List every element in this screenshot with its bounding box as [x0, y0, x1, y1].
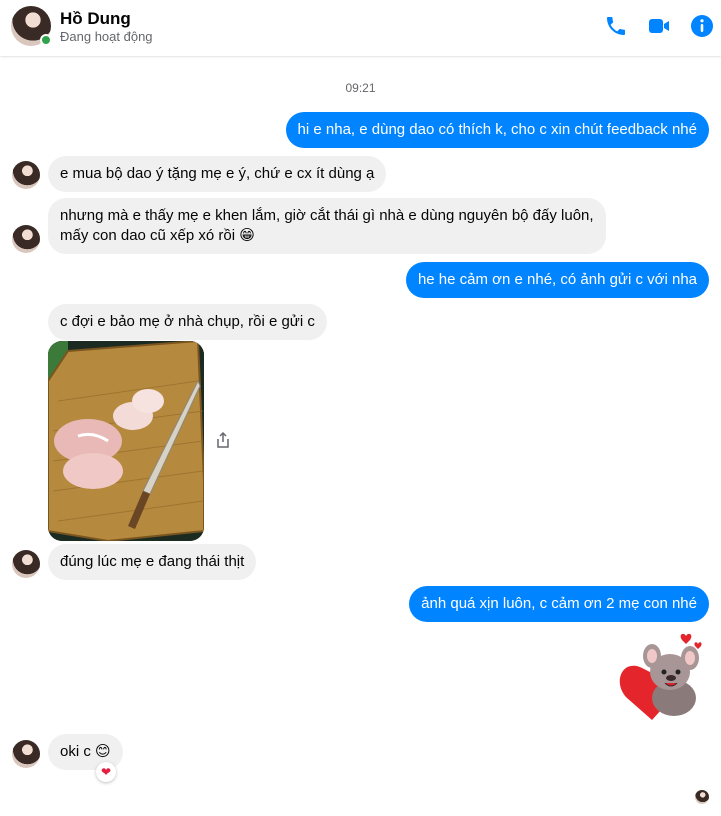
contact-avatar-small[interactable]	[12, 161, 40, 189]
outgoing-message[interactable]: ảnh quá xịn luôn, c cảm ơn 2 mẹ con nhé	[409, 586, 709, 622]
message-line: mấy con dao cũ xếp xó rồi 😁	[60, 227, 255, 244]
chat-header: Hồ Dung Đang hoạt động	[0, 0, 721, 56]
contact-avatar-small[interactable]	[12, 225, 40, 253]
incoming-message[interactable]: nhưng mà e thấy mẹ e khen lắm, giờ cắt t…	[48, 198, 606, 254]
online-status-dot	[40, 34, 52, 46]
incoming-message[interactable]: c đợi e bảo mẹ ở nhà chụp, rồi e gửi c	[48, 304, 327, 340]
incoming-message[interactable]: đúng lúc mẹ e đang thái thịt	[48, 544, 257, 580]
video-icon[interactable]	[647, 14, 671, 38]
contact-avatar-small[interactable]	[12, 740, 40, 768]
contact-avatar-small[interactable]	[12, 550, 40, 578]
outgoing-message[interactable]: hi e nha, e dùng dao có thích k, cho c x…	[285, 112, 709, 148]
mouse-with-heart-sticker[interactable]	[612, 628, 708, 724]
knife-on-cutting-board-photo[interactable]	[48, 341, 204, 541]
contact-avatar[interactable]	[11, 6, 52, 46]
phone-icon[interactable]	[604, 14, 628, 38]
heart-reaction-icon[interactable]: ❤	[96, 762, 116, 782]
message-timestamp: 09:21	[345, 81, 376, 95]
outgoing-message[interactable]: he he cảm ơn e nhé, có ảnh gửi c với nha	[405, 262, 709, 298]
share-icon[interactable]	[215, 431, 231, 449]
contact-name[interactable]: Hồ Dung	[60, 9, 131, 29]
seen-receipt-avatar	[695, 790, 709, 804]
info-icon[interactable]	[690, 14, 714, 38]
message-line: nhưng mà e thấy mẹ e khen lắm, giờ cắt t…	[60, 207, 594, 224]
contact-status: Đang hoạt động	[60, 29, 153, 44]
incoming-message[interactable]: e mua bộ dao ý tặng mẹ e ý, chứ e cx ít …	[48, 156, 387, 192]
